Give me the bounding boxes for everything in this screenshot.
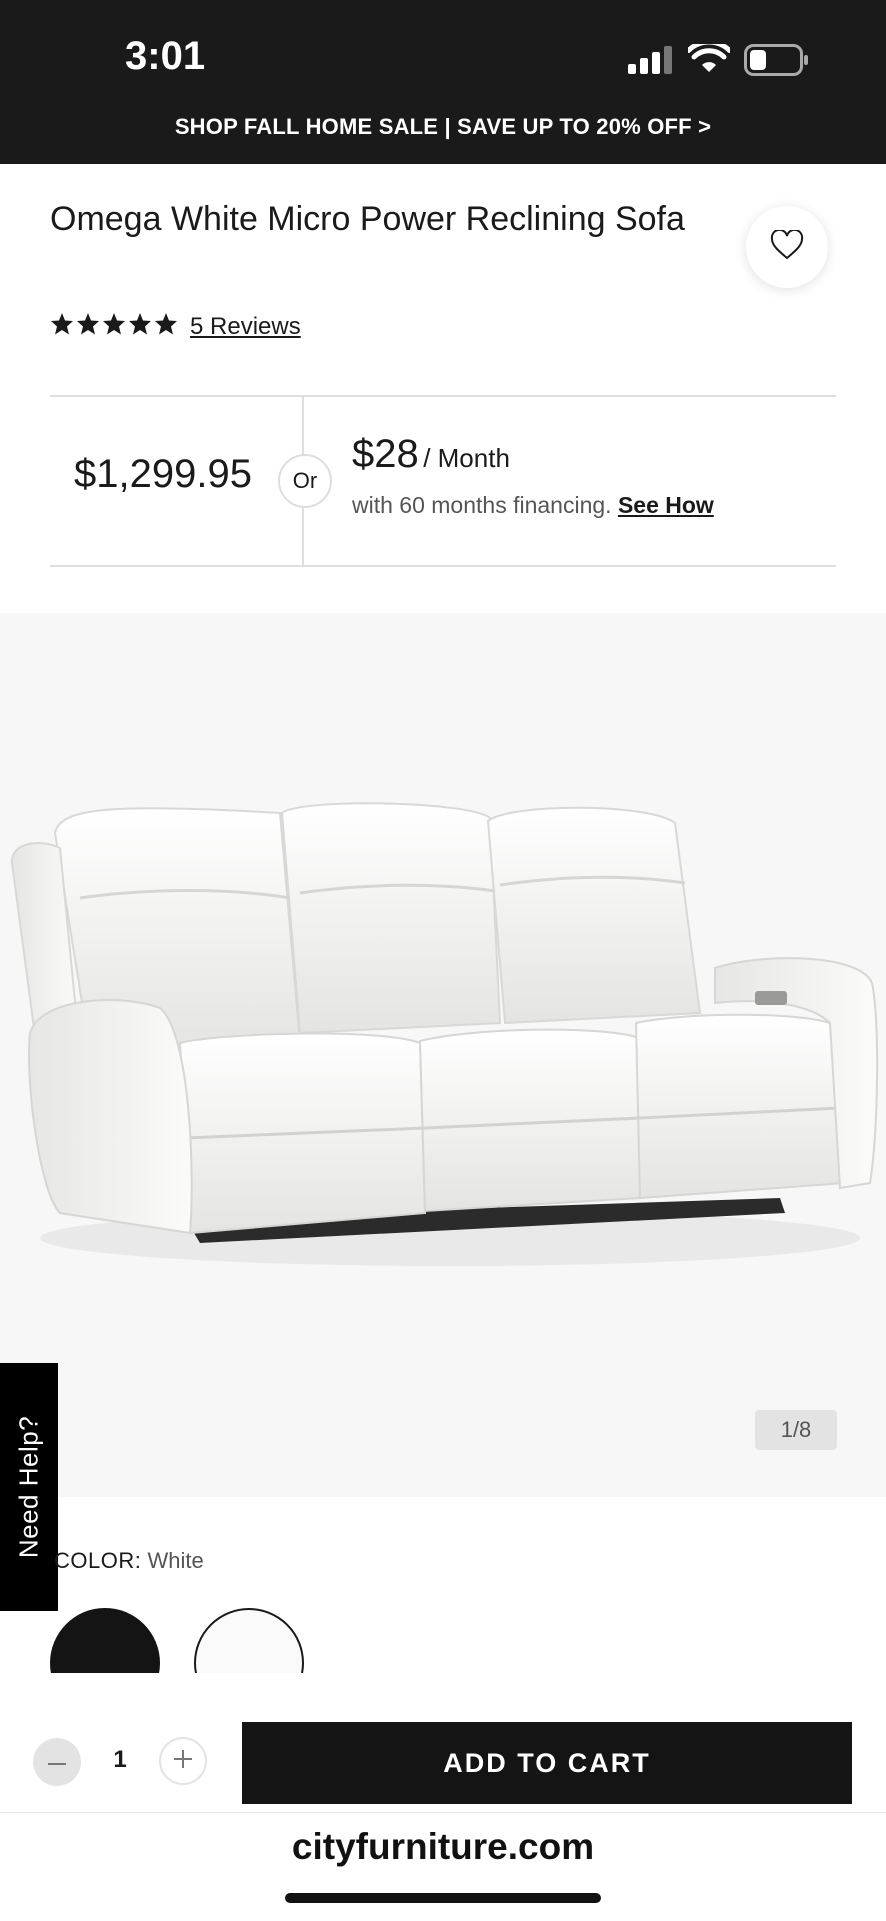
rating-stars xyxy=(50,312,178,336)
monthly-price: $28 / Month xyxy=(352,432,510,477)
color-label-title: COLOR: xyxy=(54,1548,142,1573)
favorite-button[interactable] xyxy=(746,206,828,288)
star-icon xyxy=(51,313,73,335)
add-to-cart-button[interactable]: ADD TO CART xyxy=(242,1722,852,1804)
or-badge: Or xyxy=(278,454,332,508)
browser-url[interactable]: cityfurniture.com xyxy=(0,1826,886,1868)
signal-icon xyxy=(628,46,674,79)
minus-icon xyxy=(48,1753,66,1771)
sofa-image xyxy=(10,802,879,1266)
financing-text: with 60 months financing. See How xyxy=(352,492,714,519)
reviews-link[interactable]: 5 Reviews xyxy=(190,313,301,341)
color-label: COLOR: White xyxy=(54,1548,204,1574)
heart-icon xyxy=(770,228,804,265)
star-icon xyxy=(155,313,177,335)
need-help-label: Need Help? xyxy=(13,1415,44,1559)
financing-terms: with 60 months financing. xyxy=(352,492,612,518)
monthly-unit: / Month xyxy=(423,443,510,473)
see-how-link[interactable]: See How xyxy=(618,492,714,518)
product-title: Omega White Micro Power Reclining Sofa xyxy=(50,200,685,238)
gallery-counter: 1/8 xyxy=(755,1410,837,1450)
monthly-amount: $28 xyxy=(352,432,419,476)
product-image-gallery[interactable] xyxy=(0,613,886,1497)
star-icon xyxy=(103,313,125,335)
star-icon xyxy=(129,313,151,335)
wifi-icon xyxy=(686,39,732,79)
product-price: $1,299.95 xyxy=(74,452,252,496)
need-help-tab[interactable]: Need Help? xyxy=(0,1363,58,1611)
quantity-value: 1 xyxy=(113,1746,127,1773)
quantity-increase-button[interactable] xyxy=(159,1737,207,1785)
home-indicator[interactable] xyxy=(285,1893,601,1903)
promo-banner[interactable]: SHOP FALL HOME SALE | SAVE UP TO 20% OFF… xyxy=(0,114,886,140)
plus-icon xyxy=(174,1749,192,1773)
color-selected-value: White xyxy=(147,1548,204,1573)
star-icon xyxy=(77,313,99,335)
battery-icon xyxy=(744,44,810,81)
quantity-decrease-button[interactable] xyxy=(33,1738,81,1786)
status-time: 3:01 xyxy=(125,34,206,78)
